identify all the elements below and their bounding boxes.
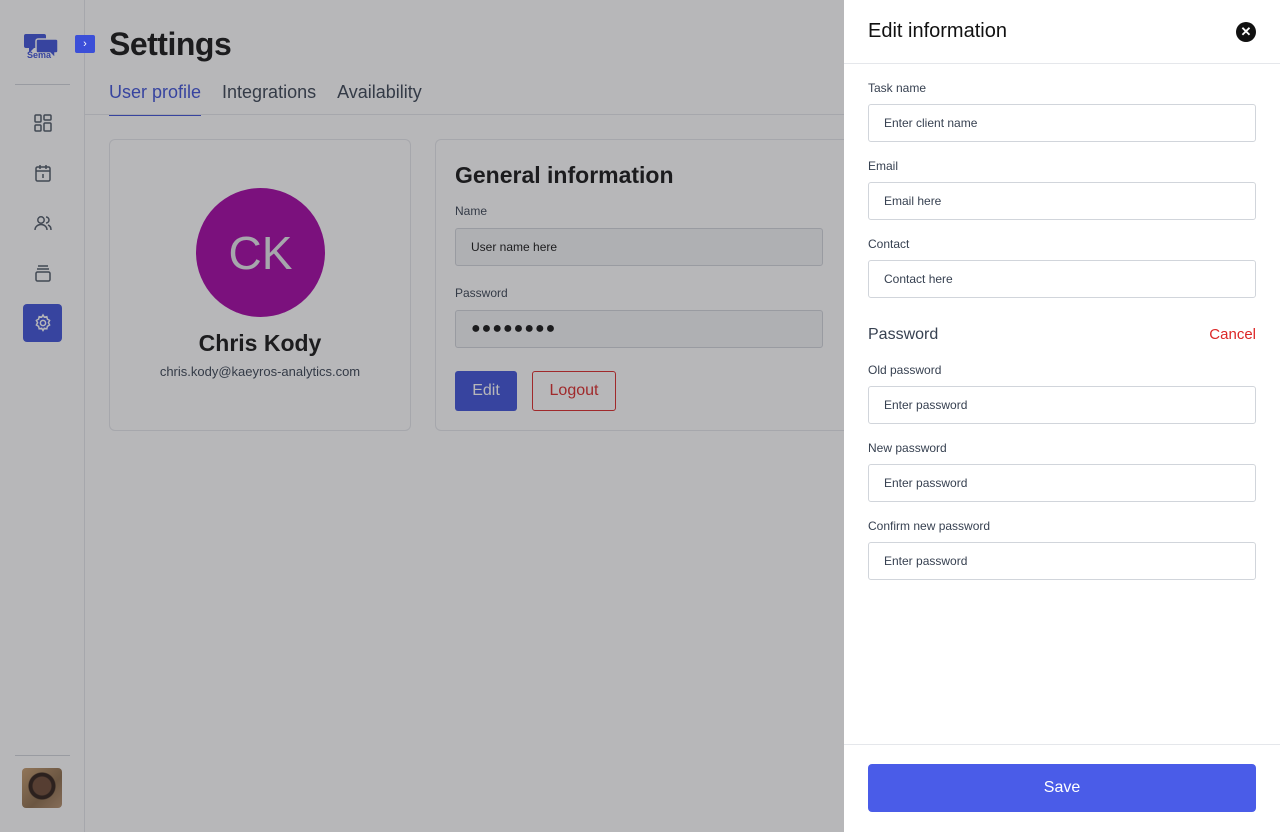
save-button[interactable]: Save <box>868 764 1256 812</box>
task-name-input[interactable]: Enter client name <box>868 104 1256 142</box>
email-label: Email <box>868 159 899 173</box>
contact-input[interactable]: Contact here <box>868 260 1256 298</box>
old-password-input[interactable]: Enter password <box>868 386 1256 424</box>
new-password-label: New password <box>868 441 947 455</box>
expand-sidebar-button[interactable]: › <box>75 35 95 53</box>
drawer-header: Edit information ✕ <box>844 0 1280 64</box>
close-button[interactable]: ✕ <box>1236 22 1256 42</box>
task-name-label: Task name <box>868 81 927 95</box>
drawer-title: Edit information <box>868 20 1007 42</box>
close-icon: ✕ <box>1240 24 1252 39</box>
chevron-right-icon: › <box>83 38 87 50</box>
cancel-password-link[interactable]: Cancel <box>1209 326 1256 343</box>
new-password-input[interactable]: Enter password <box>868 464 1256 502</box>
confirm-password-input[interactable]: Enter password <box>868 542 1256 580</box>
password-section-heading: Password <box>868 326 939 343</box>
old-password-label: Old password <box>868 363 942 377</box>
confirm-password-label: Confirm new password <box>868 519 991 533</box>
email-input[interactable]: Email here <box>868 182 1256 220</box>
contact-label: Contact <box>868 237 910 251</box>
edit-information-drawer: Edit information ✕ Task name Enter clien… <box>844 0 1280 832</box>
